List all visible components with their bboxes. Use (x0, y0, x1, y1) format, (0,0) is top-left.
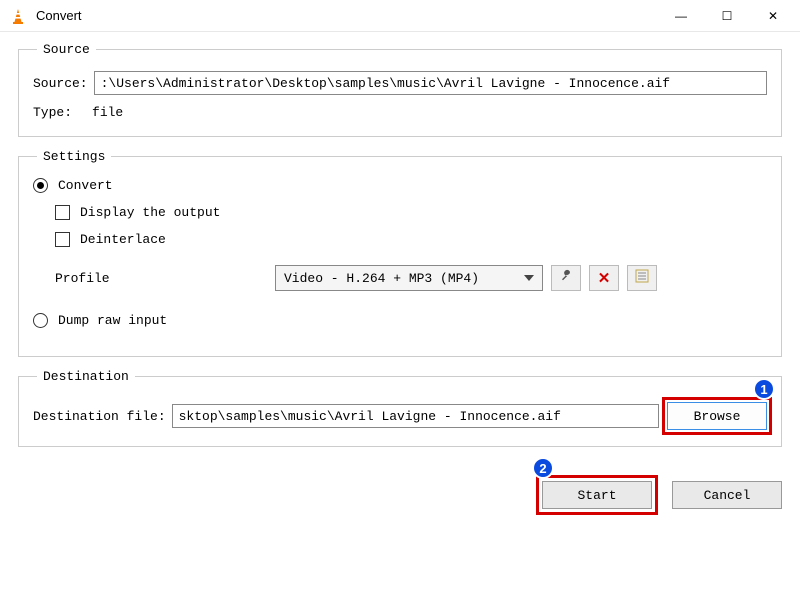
convert-label: Convert (58, 178, 113, 193)
destination-file-label: Destination file: (33, 409, 166, 424)
profile-new-button[interactable] (627, 265, 657, 291)
destination-file-input[interactable] (172, 404, 659, 428)
start-button[interactable]: Start (542, 481, 652, 509)
type-label: Type: (33, 105, 72, 120)
annotation-badge-1: 1 (753, 378, 775, 400)
radio-icon (33, 313, 48, 328)
window-buttons: — ☐ ✕ (658, 0, 796, 32)
source-legend: Source (37, 42, 96, 57)
annotation-badge-2: 2 (532, 457, 554, 479)
profile-settings-button[interactable] (551, 265, 581, 291)
convert-radio[interactable]: Convert (33, 178, 767, 193)
close-button[interactable]: ✕ (750, 0, 796, 32)
source-label: Source: (33, 76, 88, 91)
display-output-checkbox[interactable]: Display the output (55, 205, 767, 220)
radio-icon (33, 178, 48, 193)
settings-legend: Settings (37, 149, 111, 164)
maximize-button[interactable]: ☐ (704, 0, 750, 32)
destination-group: Destination Destination file: 1 Browse (18, 369, 782, 447)
type-value: file (92, 105, 123, 120)
profile-label: Profile (55, 271, 275, 286)
display-output-label: Display the output (80, 205, 220, 220)
profile-delete-button[interactable]: ✕ (589, 265, 619, 291)
titlebar: Convert — ☐ ✕ (0, 0, 800, 32)
window-title: Convert (36, 8, 658, 23)
destination-legend: Destination (37, 369, 135, 384)
checkbox-icon (55, 232, 70, 247)
source-group: Source Source: Type: file (18, 42, 782, 137)
deinterlace-checkbox[interactable]: Deinterlace (55, 232, 767, 247)
checkbox-icon (55, 205, 70, 220)
source-input[interactable] (94, 71, 767, 95)
dump-radio[interactable]: Dump raw input (33, 313, 767, 328)
profile-select[interactable]: Video - H.264 + MP3 (MP4) (275, 265, 543, 291)
x-icon: ✕ (598, 269, 611, 287)
dialog-actions: 2 Start Cancel (0, 471, 800, 509)
cancel-button[interactable]: Cancel (672, 481, 782, 509)
deinterlace-label: Deinterlace (80, 232, 166, 247)
wrench-icon (559, 269, 573, 287)
list-icon (635, 269, 649, 287)
profile-value: Video - H.264 + MP3 (MP4) (284, 271, 479, 286)
settings-group: Settings Convert Display the output Dein… (18, 149, 782, 357)
chevron-down-icon (524, 275, 534, 281)
browse-button[interactable]: Browse (667, 402, 767, 430)
minimize-button[interactable]: — (658, 0, 704, 32)
vlc-cone-icon (8, 6, 28, 26)
dump-label: Dump raw input (58, 313, 167, 328)
